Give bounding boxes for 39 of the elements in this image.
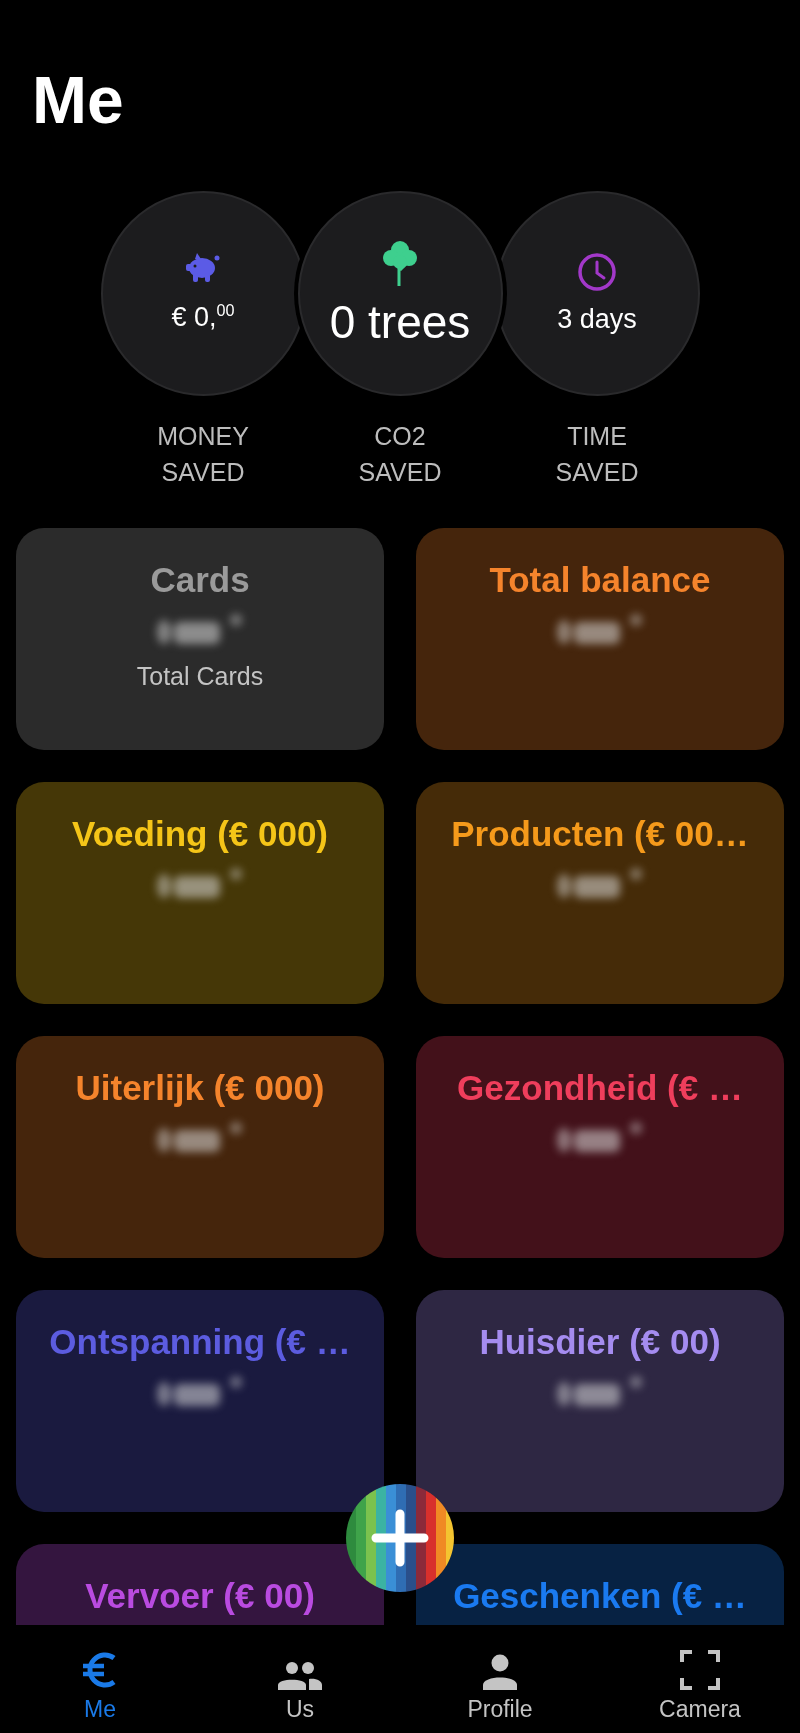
card-title: Huisdier (€ 00) [479, 1321, 721, 1363]
stat-value: 3 days [557, 302, 637, 336]
category-card[interactable]: Cards Total Cards [16, 528, 384, 750]
clock-icon [577, 251, 617, 292]
nav-tab[interactable]: Us [200, 1625, 400, 1733]
stat-value: € 0,$^{00}$ [171, 300, 235, 334]
add-button[interactable] [346, 1484, 454, 1592]
category-card[interactable]: Uiterlijk (€ 000) [16, 1036, 384, 1258]
card-title: Vervoer (€ 00) [85, 1575, 315, 1617]
stat-label: CO2 SAVED [357, 421, 443, 488]
card-title: Producten (€ 00… [451, 813, 749, 855]
piggy-bank-icon [185, 253, 221, 283]
category-card[interactable]: Total balance [416, 528, 784, 750]
card-title: Uiterlijk (€ 000) [75, 1067, 325, 1109]
stat-label: TIME SAVED [554, 421, 640, 488]
card-title: Cards [150, 559, 250, 601]
category-card[interactable]: Geschenken (€ … [416, 1544, 784, 1625]
category-card[interactable]: Producten (€ 00… [416, 782, 784, 1004]
person-icon [483, 1654, 517, 1690]
people-icon [278, 1660, 322, 1690]
card-title: Voeding (€ 000) [71, 813, 329, 855]
card-title: Total balance [489, 559, 711, 601]
nav-tab[interactable]: Camera [600, 1625, 800, 1733]
card-title: Gezondheid (€ … [457, 1067, 743, 1109]
tree-icon [382, 239, 418, 286]
category-card[interactable]: Huisdier (€ 00) [416, 1290, 784, 1512]
card-title: Geschenken (€ … [453, 1575, 747, 1617]
stat-value: 0 trees [329, 295, 471, 348]
nav-tab[interactable]: Profile [400, 1625, 600, 1733]
scan-frame-icon [680, 1650, 720, 1690]
stat-label: MONEY SAVED [156, 421, 250, 488]
card-title: Ontspanning (€ … [49, 1321, 351, 1363]
category-card[interactable]: Vervoer (€ 00) [16, 1544, 384, 1625]
category-card[interactable]: Ontspanning (€ … [16, 1290, 384, 1512]
category-card[interactable]: Voeding (€ 000) [16, 782, 384, 1004]
nav-tab[interactable]: Me [0, 1625, 200, 1733]
card-subtitle: Total Cards [136, 662, 264, 691]
page-title: Me [31, 62, 125, 128]
category-card[interactable]: Gezondheid (€ … [416, 1036, 784, 1258]
